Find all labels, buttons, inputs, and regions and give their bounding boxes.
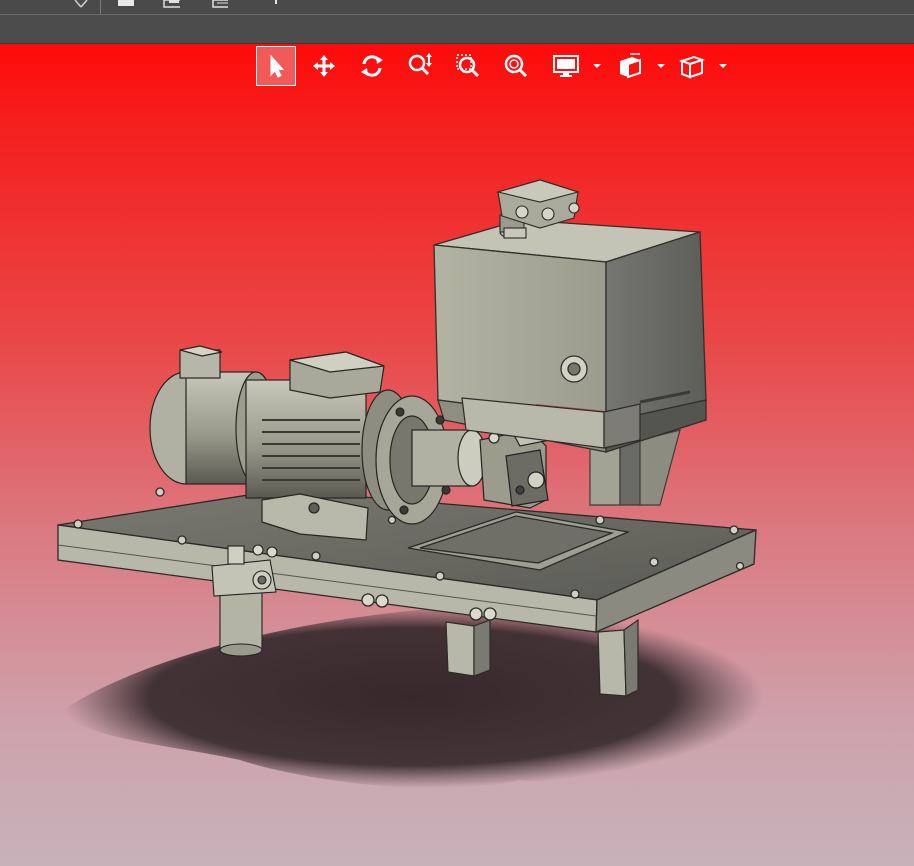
3d-viewport[interactable]	[0, 44, 914, 866]
rotate-icon	[361, 55, 383, 77]
copy-icon[interactable]	[210, 0, 228, 8]
view-orientation-button[interactable]	[610, 46, 650, 86]
render-style-button[interactable]	[672, 46, 712, 86]
shadow	[60, 604, 764, 789]
chevron-down-icon	[593, 64, 601, 68]
hydraulic-power-unit-model[interactable]	[0, 44, 914, 866]
zoom-fit-icon	[504, 54, 528, 78]
cut-icon[interactable]	[72, 0, 90, 8]
chevron-down-icon	[657, 64, 665, 68]
monitor-icon	[553, 55, 579, 77]
command-bar	[0, 15, 914, 44]
render-style-dropdown[interactable]	[718, 61, 728, 71]
save-icon[interactable]	[116, 0, 134, 8]
display-mode-button[interactable]	[546, 46, 586, 86]
pan-tool-button[interactable]	[304, 46, 344, 86]
select-tool-button[interactable]	[256, 46, 296, 86]
cursor-arrow-icon	[270, 54, 285, 78]
zoom-dynamic-button[interactable]	[400, 46, 440, 86]
cube-outline-icon	[679, 55, 705, 79]
print-icon[interactable]	[162, 0, 180, 8]
rotate-tool-button[interactable]	[352, 46, 392, 86]
zoom-window-button[interactable]	[448, 46, 488, 86]
title-bar	[0, 0, 914, 15]
zoom-fit-button[interactable]	[496, 46, 536, 86]
zoom-window-icon	[456, 54, 480, 78]
pin-icon[interactable]	[270, 0, 288, 8]
move-arrows-icon	[313, 55, 335, 77]
toolbar-separator	[100, 0, 101, 14]
view-orientation-dropdown[interactable]	[656, 61, 666, 71]
chevron-down-icon	[719, 64, 727, 68]
display-mode-dropdown[interactable]	[592, 61, 602, 71]
zoom-dynamic-icon	[408, 53, 432, 76]
view-toolbar	[256, 46, 736, 88]
cube-views-icon	[620, 53, 641, 79]
